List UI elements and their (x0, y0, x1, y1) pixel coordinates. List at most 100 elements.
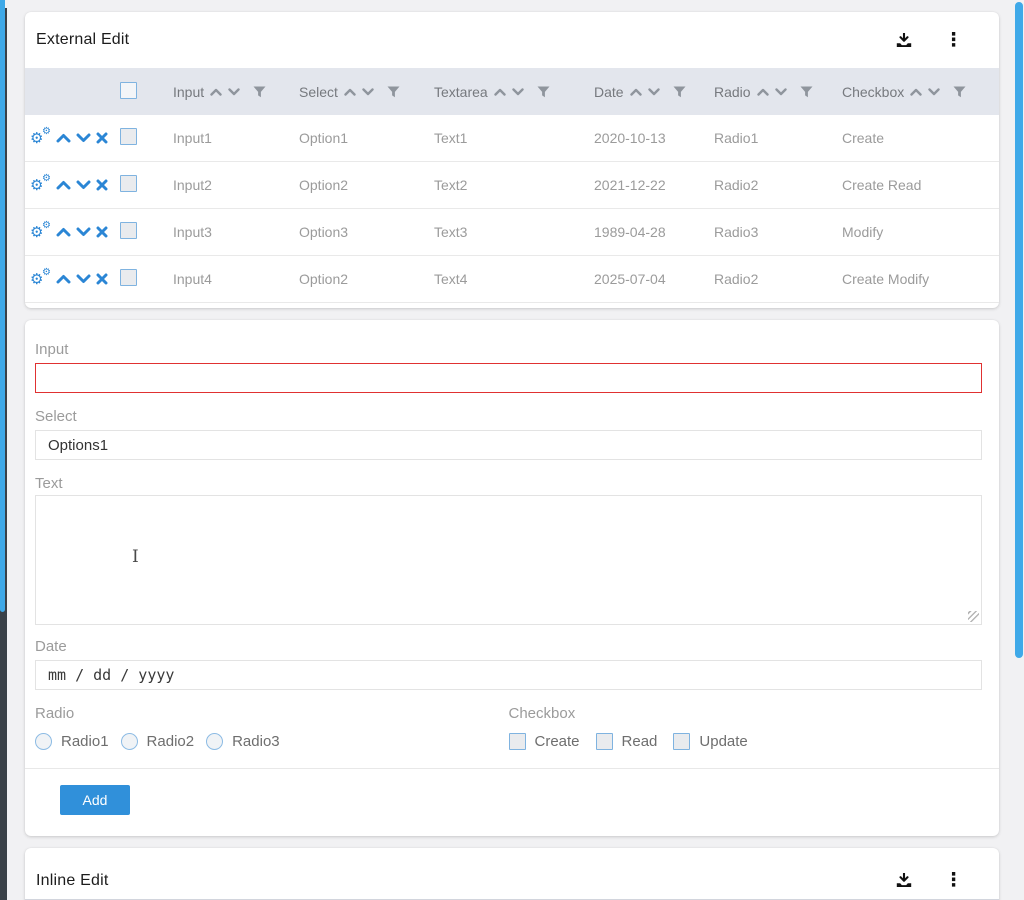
cell-date: 1989-04-28 (594, 224, 714, 240)
select-field[interactable]: Options1 (35, 430, 982, 460)
cell-textarea: Text1 (434, 130, 594, 146)
kebab-menu-icon[interactable]: ⋮ (940, 31, 967, 50)
row-checkbox[interactable] (120, 222, 137, 239)
add-button[interactable]: Add (60, 785, 130, 815)
cell-date: 2025-07-04 (594, 271, 714, 287)
column-header-input: Input (173, 84, 299, 100)
cell-checkbox: Create (842, 130, 999, 146)
delete-icon[interactable] (96, 273, 108, 285)
sort-asc-icon[interactable] (757, 88, 769, 96)
right-scrollbar-thumb[interactable] (1015, 2, 1023, 658)
checkbox-option[interactable] (509, 733, 526, 750)
checkbox-option[interactable] (596, 733, 613, 750)
move-down-icon[interactable] (76, 227, 91, 237)
column-label: Textarea (434, 84, 488, 100)
radio-option[interactable] (206, 733, 223, 750)
cell-select: Option2 (299, 271, 434, 287)
filter-icon[interactable] (537, 86, 550, 98)
sort-desc-icon[interactable] (928, 88, 940, 96)
select-label: Select (35, 408, 982, 425)
settings-icon[interactable]: ⚙⚙ (30, 223, 51, 241)
external-edit-card: External Edit ⋮ Input Select (25, 12, 999, 308)
settings-icon[interactable]: ⚙⚙ (30, 270, 51, 288)
radio-option-label: Radio3 (232, 733, 280, 750)
table-row: ⚙⚙ Input3 Option3 Text3 1989-04-28 Radio… (25, 209, 999, 256)
sort-desc-icon[interactable] (512, 88, 524, 96)
filter-icon[interactable] (387, 86, 400, 98)
cell-input: Input3 (173, 224, 299, 240)
cell-textarea: Text3 (434, 224, 594, 240)
sort-desc-icon[interactable] (648, 88, 660, 96)
date-field[interactable]: mm / dd / yyyy (35, 660, 982, 690)
resize-handle-icon[interactable] (968, 611, 979, 622)
sort-desc-icon[interactable] (228, 88, 240, 96)
download-icon[interactable] (896, 33, 912, 48)
delete-icon[interactable] (96, 226, 108, 238)
sort-desc-icon[interactable] (775, 88, 787, 96)
move-up-icon[interactable] (56, 274, 71, 284)
row-checkbox[interactable] (120, 269, 137, 286)
sort-asc-icon[interactable] (910, 88, 922, 96)
column-label: Date (594, 84, 624, 100)
move-up-icon[interactable] (56, 180, 71, 190)
sort-asc-icon[interactable] (210, 88, 222, 96)
column-label: Radio (714, 84, 751, 100)
text-label: Text (35, 475, 982, 492)
sort-desc-icon[interactable] (362, 88, 374, 96)
radio-group-label: Radio (35, 705, 509, 722)
select-value: Options1 (48, 437, 108, 454)
sort-asc-icon[interactable] (344, 88, 356, 96)
delete-icon[interactable] (96, 132, 108, 144)
cell-select: Option2 (299, 177, 434, 193)
filter-icon[interactable] (953, 86, 966, 98)
inline-edit-card: Inline Edit ⋮ (25, 848, 999, 900)
cell-radio: Radio1 (714, 130, 842, 146)
column-label: Checkbox (842, 84, 904, 100)
checkbox-option-label: Update (699, 733, 747, 750)
move-down-icon[interactable] (76, 180, 91, 190)
checkbox-option-label: Read (622, 733, 658, 750)
radio-option[interactable] (121, 733, 138, 750)
checkbox-group-label: Checkbox (509, 705, 983, 722)
input-label: Input (35, 341, 982, 358)
cell-select: Option1 (299, 130, 434, 146)
row-checkbox[interactable] (120, 175, 137, 192)
sort-asc-icon[interactable] (630, 88, 642, 96)
move-down-icon[interactable] (76, 133, 91, 143)
filter-icon[interactable] (673, 86, 686, 98)
row-checkbox[interactable] (120, 128, 137, 145)
cell-radio: Radio3 (714, 224, 842, 240)
card-title: External Edit (36, 31, 129, 49)
checkbox-option-label: Create (535, 733, 580, 750)
move-up-icon[interactable] (56, 227, 71, 237)
cell-input: Input1 (173, 130, 299, 146)
download-icon[interactable] (896, 873, 912, 888)
table-header-row: Input Select Textarea Date (25, 68, 999, 115)
column-header-checkbox: Checkbox (842, 84, 999, 100)
filter-icon[interactable] (253, 86, 266, 98)
cell-input: Input4 (173, 271, 299, 287)
column-header-select: Select (299, 84, 434, 100)
left-scrollbar-thumb[interactable] (0, 0, 5, 612)
cell-checkbox: Create Modify (842, 271, 999, 287)
delete-icon[interactable] (96, 179, 108, 191)
move-up-icon[interactable] (56, 133, 71, 143)
input-field[interactable] (35, 363, 982, 393)
filter-icon[interactable] (800, 86, 813, 98)
settings-icon[interactable]: ⚙⚙ (30, 129, 51, 147)
divider (25, 768, 999, 769)
text-area[interactable]: I (35, 495, 982, 625)
kebab-menu-icon[interactable]: ⋮ (940, 871, 967, 890)
sort-asc-icon[interactable] (494, 88, 506, 96)
cell-date: 2020-10-13 (594, 130, 714, 146)
column-label: Select (299, 84, 338, 100)
select-all-checkbox[interactable] (120, 82, 137, 99)
cell-select: Option3 (299, 224, 434, 240)
move-down-icon[interactable] (76, 274, 91, 284)
checkbox-option[interactable] (673, 733, 690, 750)
cell-checkbox: Create Read (842, 177, 999, 193)
settings-icon[interactable]: ⚙⚙ (30, 176, 51, 194)
radio-option[interactable] (35, 733, 52, 750)
column-header-textarea: Textarea (434, 84, 594, 100)
column-label: Input (173, 84, 204, 100)
